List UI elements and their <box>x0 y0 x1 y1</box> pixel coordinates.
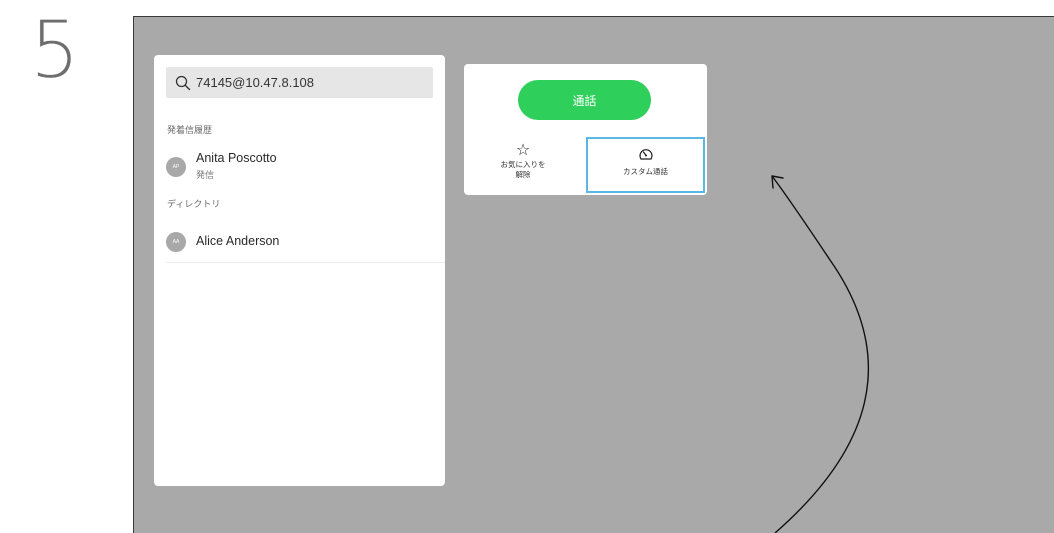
custom-call-button[interactable]: カスタム通話 <box>586 137 705 193</box>
contacts-panel: 74145@10.47.8.108 発着信履歴 AP Anita Poscott… <box>154 55 445 486</box>
avatar: AA <box>166 232 186 252</box>
list-item[interactable]: AA Alice Anderson <box>166 230 445 264</box>
list-item[interactable]: AP Anita Poscotto 発信 <box>166 150 445 184</box>
search-bar[interactable]: 74145@10.47.8.108 <box>166 67 433 98</box>
device-screen: 74145@10.47.8.108 発着信履歴 AP Anita Poscott… <box>133 16 1054 533</box>
custom-call-label: カスタム通話 <box>623 167 668 176</box>
divider <box>166 262 445 263</box>
contact-name: Alice Anderson <box>196 234 280 248</box>
directory-section-header: ディレクトリ <box>167 200 221 210</box>
gauge-icon <box>638 146 654 162</box>
star-icon: ☆ <box>515 140 531 159</box>
step-number: 5 <box>30 6 80 96</box>
unfavorite-label-line1: お気に入りを <box>500 160 546 169</box>
recents-section-header: 発着信履歴 <box>167 126 213 136</box>
avatar: AP <box>166 157 186 177</box>
search-input[interactable]: 74145@10.47.8.108 <box>196 75 314 90</box>
contact-name: Anita Poscotto <box>196 151 277 165</box>
unfavorite-label-line2: 解除 <box>515 170 531 179</box>
call-options-panel: 通話 ☆ お気に入りを 解除 カスタム通話 <box>464 64 707 195</box>
search-icon <box>173 73 193 93</box>
unfavorite-button[interactable]: ☆ お気に入りを 解除 <box>472 138 574 193</box>
call-button[interactable]: 通話 <box>518 80 651 120</box>
call-status: 発信 <box>196 171 215 181</box>
